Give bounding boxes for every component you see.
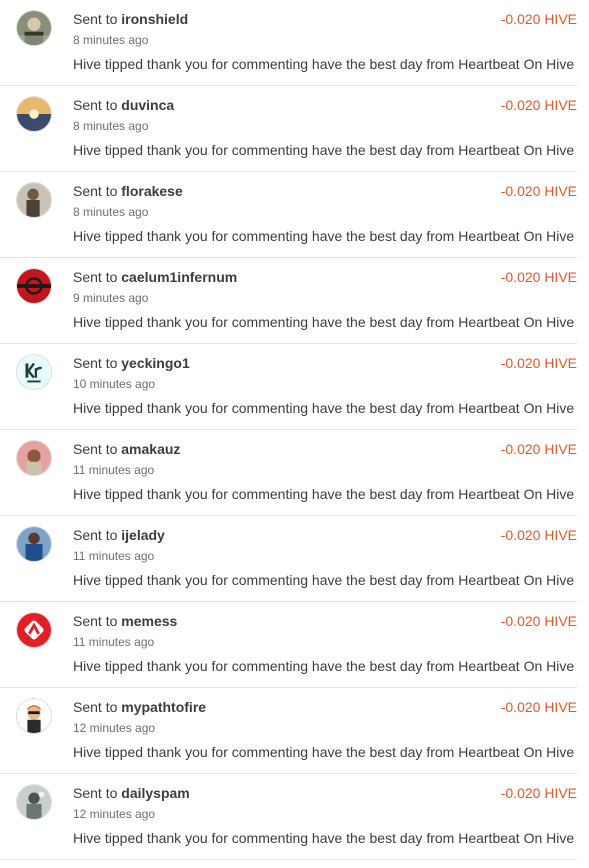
memo-text: Hive tipped thank you for commenting hav…	[73, 56, 575, 72]
transfer-row[interactable]: Sent to mypathtofire 12 minutes ago Hive…	[0, 688, 577, 774]
transfer-row[interactable]: Sent to yeckingo1 10 minutes ago Hive ti…	[0, 344, 577, 430]
transfer-title: Sent to florakese	[73, 183, 183, 199]
transfer-row[interactable]: Sent to dailyspam 12 minutes ago Hive ti…	[0, 774, 577, 860]
ironshield-avatar-icon[interactable]	[16, 10, 52, 46]
transfer-title: Sent to memess	[73, 613, 178, 629]
transfer-row[interactable]: Sent to amakauz 11 minutes ago Hive tipp…	[0, 430, 577, 516]
transfer-title: Sent to ijelady	[73, 527, 165, 543]
florakese-avatar-icon[interactable]	[16, 182, 52, 218]
duvinca-avatar-icon[interactable]	[16, 96, 52, 132]
transfer-title: Sent to caelum1infernum	[73, 269, 238, 285]
amakauz-avatar-icon[interactable]	[16, 440, 52, 476]
timestamp: 11 minutes ago	[73, 635, 155, 649]
timestamp: 11 minutes ago	[73, 549, 155, 563]
recipient-link[interactable]: ironshield	[121, 11, 188, 27]
amount: -0.020 HIVE	[500, 97, 577, 113]
amount: -0.020 HIVE	[500, 785, 577, 801]
transfer-title: Sent to mypathtofire	[73, 699, 207, 715]
recipient-link[interactable]: amakauz	[121, 441, 180, 457]
transfer-row[interactable]: Sent to florakese 8 minutes ago Hive tip…	[0, 172, 577, 258]
transfer-title: Sent to yeckingo1	[73, 355, 190, 371]
recipient-link[interactable]: ijelady	[121, 527, 165, 543]
memo-text: Hive tipped thank you for commenting hav…	[73, 658, 575, 674]
recipient-link[interactable]: caelum1infernum	[121, 269, 237, 285]
transfer-title: Sent to duvinca	[73, 97, 175, 113]
timestamp: 8 minutes ago	[73, 33, 149, 47]
transfer-title: Sent to ironshield	[73, 11, 189, 27]
memo-text: Hive tipped thank you for commenting hav…	[73, 830, 575, 846]
timestamp: 10 minutes ago	[73, 377, 156, 391]
yeckingo1-avatar-icon[interactable]	[16, 354, 52, 390]
transfer-row[interactable]: Sent to caelum1infernum 9 minutes ago Hi…	[0, 258, 577, 344]
transfer-row[interactable]: Sent to memess 11 minutes ago Hive tippe…	[0, 602, 577, 688]
amount: -0.020 HIVE	[500, 11, 577, 27]
transfer-row[interactable]: Sent to duvinca 8 minutes ago Hive tippe…	[0, 86, 577, 172]
timestamp: 12 minutes ago	[73, 807, 156, 821]
recipient-link[interactable]: florakese	[121, 183, 182, 199]
amount: -0.020 HIVE	[500, 527, 577, 543]
memo-text: Hive tipped thank you for commenting hav…	[73, 572, 575, 588]
amount: -0.020 HIVE	[500, 441, 577, 457]
memo-text: Hive tipped thank you for commenting hav…	[73, 142, 575, 158]
recipient-link[interactable]: duvinca	[121, 97, 174, 113]
timestamp: 8 minutes ago	[73, 205, 149, 219]
transfer-row[interactable]: Sent to ijelady 11 minutes ago Hive tipp…	[0, 516, 577, 602]
recipient-link[interactable]: dailyspam	[121, 785, 189, 801]
amount: -0.020 HIVE	[500, 183, 577, 199]
transfer-title: Sent to dailyspam	[73, 785, 190, 801]
amount: -0.020 HIVE	[500, 699, 577, 715]
caelum1infernum-avatar-icon[interactable]	[16, 268, 52, 304]
ijelady-avatar-icon[interactable]	[16, 526, 52, 562]
recipient-link[interactable]: yeckingo1	[121, 355, 189, 371]
recipient-link[interactable]: memess	[121, 613, 177, 629]
memo-text: Hive tipped thank you for commenting hav…	[73, 314, 575, 330]
timestamp: 12 minutes ago	[73, 721, 156, 735]
dailyspam-avatar-icon[interactable]	[16, 784, 52, 820]
mypathtofire-avatar-icon[interactable]	[16, 698, 52, 734]
memo-text: Hive tipped thank you for commenting hav…	[73, 486, 575, 502]
recipient-link[interactable]: mypathtofire	[121, 699, 206, 715]
timestamp: 9 minutes ago	[73, 291, 149, 305]
transfer-list: Sent to ironshield 8 minutes ago Hive ti…	[0, 0, 577, 860]
timestamp: 8 minutes ago	[73, 119, 149, 133]
memo-text: Hive tipped thank you for commenting hav…	[73, 744, 575, 760]
memo-text: Hive tipped thank you for commenting hav…	[73, 400, 575, 416]
amount: -0.020 HIVE	[500, 613, 577, 629]
amount: -0.020 HIVE	[500, 269, 577, 285]
memess-avatar-icon[interactable]	[16, 612, 52, 648]
transfer-row[interactable]: Sent to ironshield 8 minutes ago Hive ti…	[0, 0, 577, 86]
timestamp: 11 minutes ago	[73, 463, 155, 477]
memo-text: Hive tipped thank you for commenting hav…	[73, 228, 575, 244]
transfer-title: Sent to amakauz	[73, 441, 181, 457]
amount: -0.020 HIVE	[500, 355, 577, 371]
